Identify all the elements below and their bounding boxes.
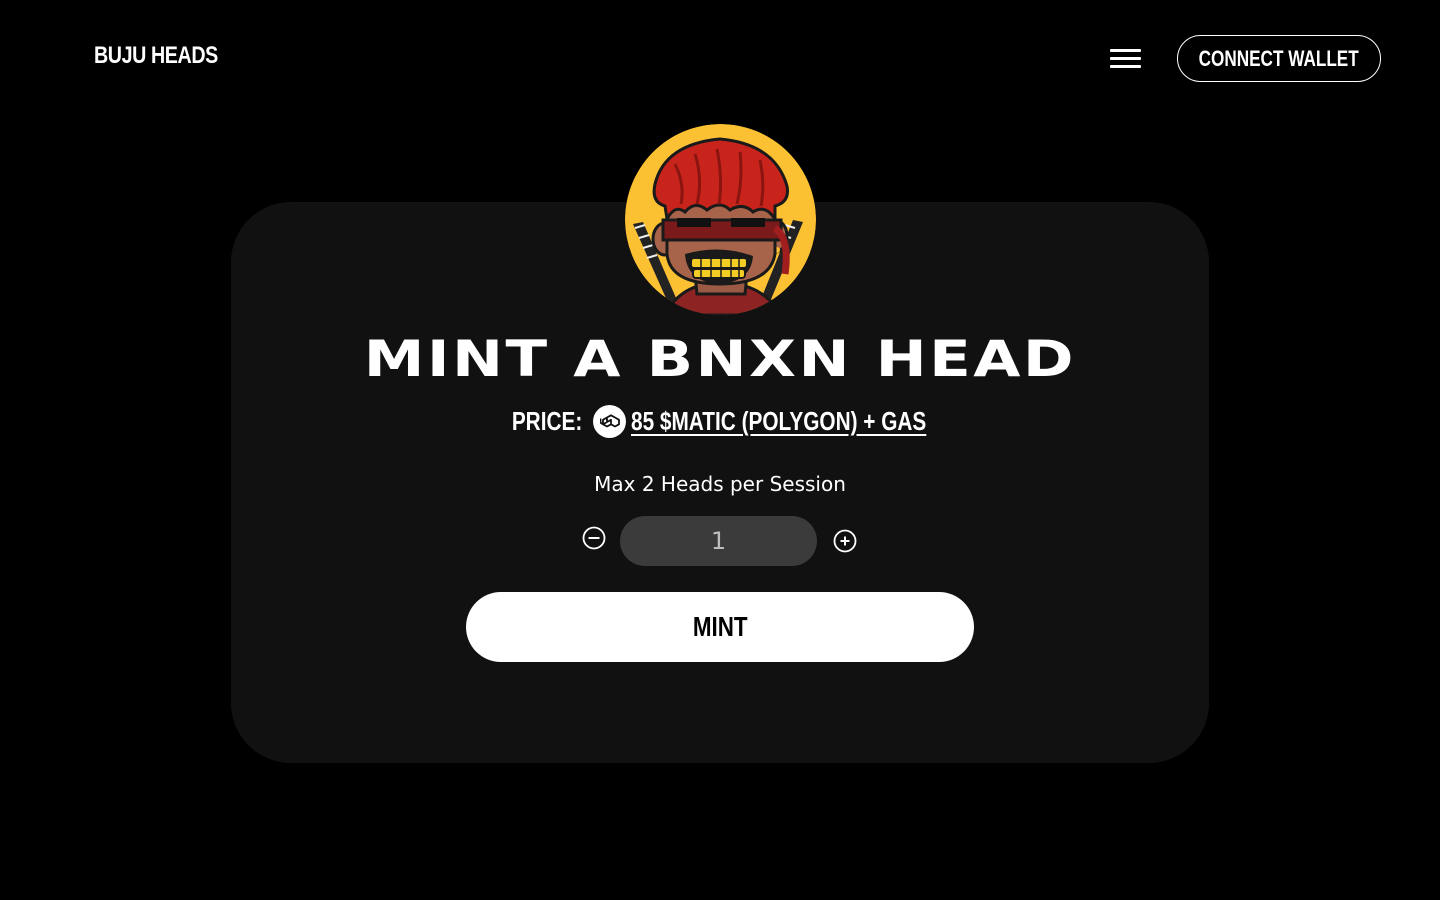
- plus-circle-icon[interactable]: [833, 529, 857, 553]
- mint-title: MINT A BNXN HEAD: [363, 330, 1077, 388]
- price-value-link[interactable]: 85 $MATIC (POLYGON) + GAS: [631, 406, 926, 437]
- nft-avatar-image: [625, 124, 816, 315]
- menu-line: [1110, 57, 1141, 60]
- connect-wallet-label: CONNECT WALLET: [1198, 45, 1360, 71]
- quantity-input[interactable]: [620, 516, 817, 566]
- menu-line: [1110, 49, 1141, 52]
- brand-logo[interactable]: BUJU HEADS: [94, 42, 218, 70]
- connect-wallet-button[interactable]: CONNECT WALLET: [1177, 35, 1381, 82]
- polygon-matic-icon: [593, 404, 627, 438]
- mint-button-label: MINT: [692, 611, 748, 642]
- hamburger-menu-icon[interactable]: [1108, 47, 1142, 71]
- max-per-session-note: Max 2 Heads per Session: [594, 472, 846, 496]
- menu-line: [1110, 65, 1141, 68]
- site-header: BUJU HEADS CONNECT WALLET: [0, 0, 1440, 118]
- minus-circle-icon[interactable]: [582, 526, 606, 550]
- price-label: PRICE:: [512, 405, 583, 436]
- mint-button[interactable]: MINT: [466, 592, 974, 662]
- price-row: PRICE: 85 $MATIC (POLYGON) + GAS: [0, 402, 1440, 440]
